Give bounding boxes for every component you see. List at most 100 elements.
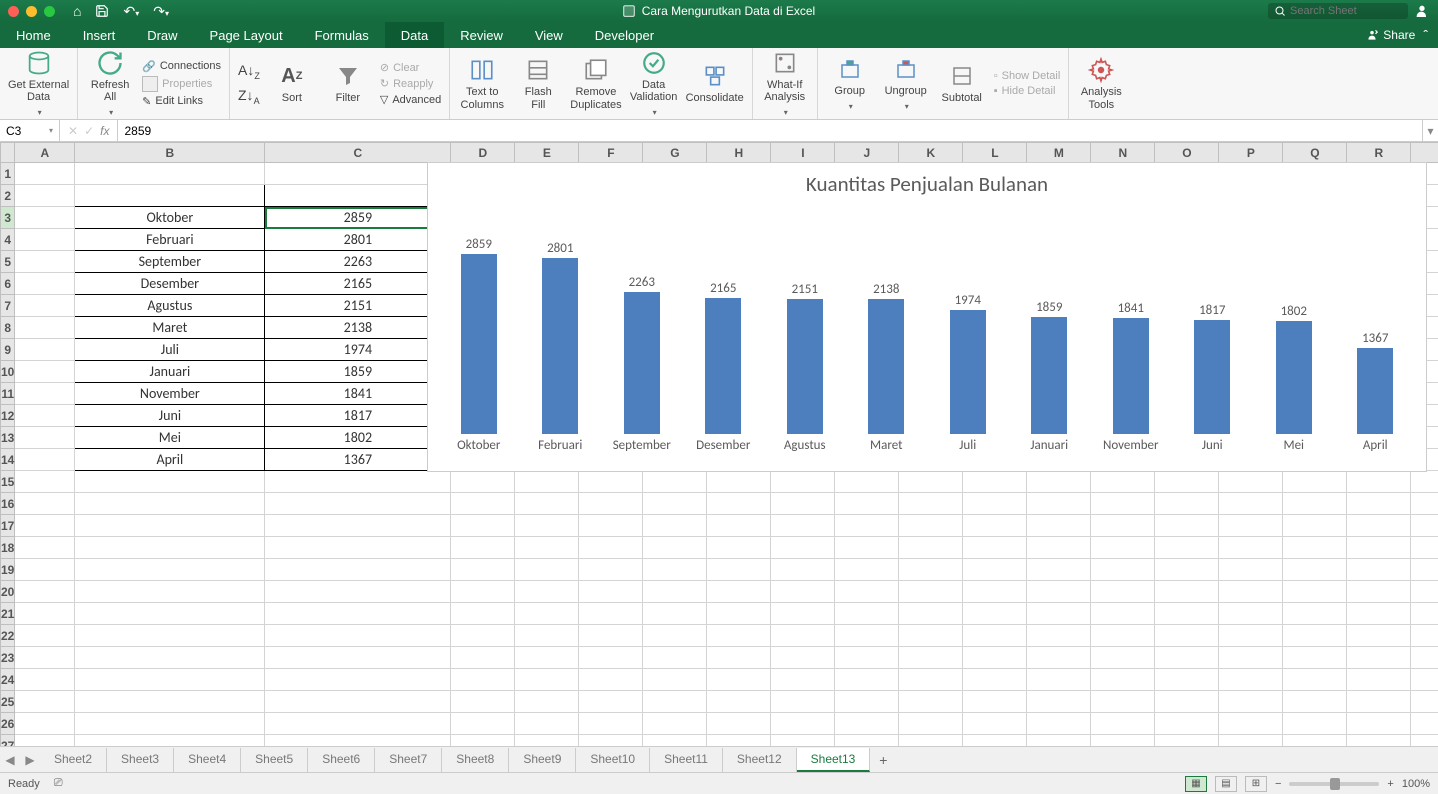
cell[interactable]: April: [75, 449, 265, 471]
cell[interactable]: Februari: [75, 229, 265, 251]
cell[interactable]: [515, 537, 579, 559]
cell[interactable]: Januari: [75, 361, 265, 383]
cell[interactable]: [771, 515, 835, 537]
ungroup-button[interactable]: Ungroup: [882, 55, 930, 111]
tab-view[interactable]: View: [519, 22, 579, 48]
close-window-icon[interactable]: [8, 6, 19, 17]
cell[interactable]: [1411, 647, 1438, 669]
cell[interactable]: [265, 515, 451, 537]
row-header[interactable]: 9: [1, 339, 15, 361]
cell[interactable]: [515, 625, 579, 647]
cell[interactable]: [265, 691, 451, 713]
cell[interactable]: [451, 647, 515, 669]
cell[interactable]: [963, 691, 1027, 713]
column-header[interactable]: R: [1347, 143, 1411, 163]
undo-icon[interactable]: ↶▾: [123, 3, 139, 20]
cell[interactable]: [643, 735, 707, 747]
cell[interactable]: [1411, 625, 1438, 647]
row-header[interactable]: 22: [1, 625, 15, 647]
chart-bar[interactable]: 1817: [1172, 303, 1252, 434]
cell[interactable]: [579, 625, 643, 647]
cell[interactable]: Desember: [75, 273, 265, 295]
cell[interactable]: [75, 537, 265, 559]
cell[interactable]: [899, 471, 963, 493]
cell[interactable]: [1411, 691, 1438, 713]
reapply-button[interactable]: ↻Reapply: [380, 77, 441, 90]
chevron-down-icon[interactable]: ▾: [49, 126, 53, 135]
cell[interactable]: Mei: [75, 427, 265, 449]
cell[interactable]: [643, 669, 707, 691]
cell[interactable]: [771, 559, 835, 581]
cell[interactable]: September: [75, 251, 265, 273]
chart[interactable]: Kuantitas Penjualan Bulanan 285928012263…: [427, 162, 1427, 472]
cell[interactable]: [1411, 537, 1438, 559]
cell[interactable]: [707, 515, 771, 537]
cell[interactable]: [643, 581, 707, 603]
cell[interactable]: [451, 735, 515, 747]
cell[interactable]: [707, 647, 771, 669]
what-if-button[interactable]: What-If Analysis: [761, 49, 809, 117]
cell[interactable]: [643, 647, 707, 669]
cell[interactable]: [1219, 625, 1283, 647]
cell[interactable]: [1283, 515, 1347, 537]
cell[interactable]: [579, 735, 643, 747]
cell[interactable]: [707, 691, 771, 713]
cell[interactable]: [835, 559, 899, 581]
cell[interactable]: [1347, 559, 1411, 581]
cell[interactable]: [265, 603, 451, 625]
cell[interactable]: [771, 691, 835, 713]
cell[interactable]: [15, 229, 75, 251]
cell[interactable]: [1283, 669, 1347, 691]
row-header[interactable]: 26: [1, 713, 15, 735]
cell[interactable]: [1411, 493, 1438, 515]
cell[interactable]: [963, 647, 1027, 669]
sheet-tab-sheet11[interactable]: Sheet11: [650, 748, 723, 772]
cell[interactable]: [899, 493, 963, 515]
cell[interactable]: [1027, 537, 1091, 559]
cell[interactable]: [1219, 581, 1283, 603]
column-header[interactable]: P: [1219, 143, 1283, 163]
cell[interactable]: [1347, 471, 1411, 493]
sheet-tab-sheet7[interactable]: Sheet7: [375, 748, 442, 772]
select-all-corner[interactable]: [1, 143, 15, 163]
cell[interactable]: [643, 471, 707, 493]
cell[interactable]: [963, 713, 1027, 735]
cell[interactable]: [451, 669, 515, 691]
cell[interactable]: [899, 515, 963, 537]
cell[interactable]: [1155, 735, 1219, 747]
cell[interactable]: 1367: [265, 449, 451, 471]
cell[interactable]: Juli: [75, 339, 265, 361]
cell[interactable]: [75, 735, 265, 747]
cell[interactable]: [451, 603, 515, 625]
cell[interactable]: [515, 471, 579, 493]
chart-bar[interactable]: 2859: [439, 237, 519, 434]
cell[interactable]: 1859: [265, 361, 451, 383]
cell[interactable]: [15, 735, 75, 747]
cell[interactable]: [1155, 581, 1219, 603]
prev-sheet-icon[interactable]: ◀: [0, 753, 20, 767]
tab-developer[interactable]: Developer: [579, 22, 670, 48]
cell[interactable]: [75, 647, 265, 669]
consolidate-button[interactable]: Consolidate: [686, 62, 744, 104]
tab-formulas[interactable]: Formulas: [299, 22, 385, 48]
cell[interactable]: [771, 669, 835, 691]
fx-icon[interactable]: fx: [100, 124, 109, 138]
cell[interactable]: [15, 339, 75, 361]
row-header[interactable]: 21: [1, 603, 15, 625]
cell[interactable]: 1841: [265, 383, 451, 405]
cell[interactable]: [835, 625, 899, 647]
cell[interactable]: [1155, 647, 1219, 669]
zoom-out-button[interactable]: −: [1275, 778, 1281, 790]
cell[interactable]: November: [75, 383, 265, 405]
edit-links-button[interactable]: ✎Edit Links: [142, 95, 221, 108]
column-header[interactable]: L: [963, 143, 1027, 163]
cell[interactable]: [265, 669, 451, 691]
minimize-window-icon[interactable]: [26, 6, 37, 17]
cell[interactable]: [1027, 581, 1091, 603]
cell[interactable]: 2165: [265, 273, 451, 295]
cell[interactable]: [1347, 735, 1411, 747]
cell[interactable]: [15, 691, 75, 713]
cell[interactable]: [835, 603, 899, 625]
cell[interactable]: [963, 735, 1027, 747]
tab-data[interactable]: Data: [385, 22, 444, 48]
